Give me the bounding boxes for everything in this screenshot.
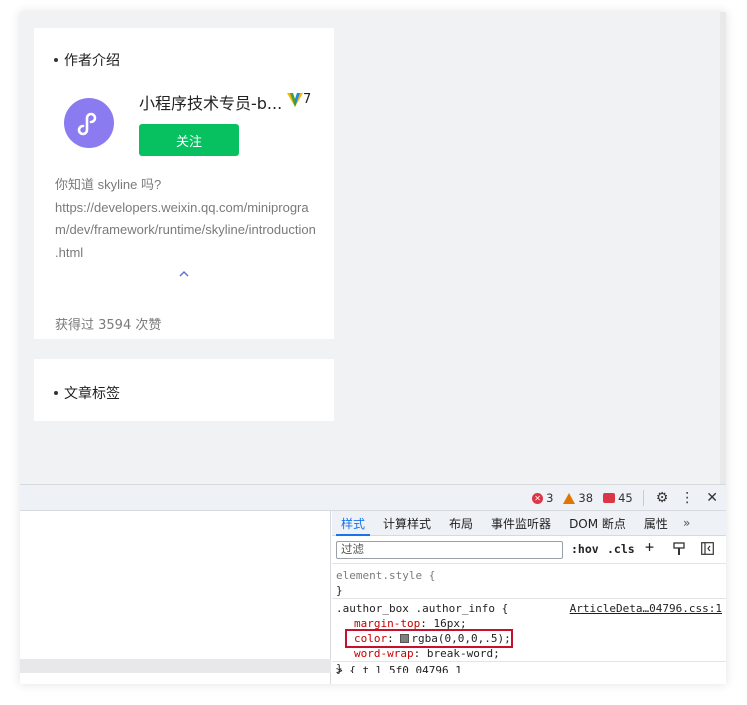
bullet-icon (54, 58, 58, 62)
tags-section-title: 文章标签 (54, 383, 120, 403)
cls-button[interactable]: .cls (607, 542, 635, 556)
issues-icon (603, 493, 616, 503)
tab-event-listeners[interactable]: 事件监听器 (482, 511, 560, 536)
stylesheet-source-link[interactable]: ArticleDeta…04796.css:1 (570, 601, 722, 616)
author-name[interactable]: 小程序技术专员-b... (139, 90, 282, 114)
vip-v-icon (287, 92, 303, 107)
chevron-up-icon[interactable] (177, 268, 191, 280)
tab-dom-breakpoints[interactable]: DOM 断点 (560, 511, 635, 536)
devtools-toolbar: ✕ 3 38 45 ⚙ ⋮ ✕ (20, 485, 726, 511)
tags-card: 文章标签 (34, 359, 334, 421)
tab-computed[interactable]: 计算样式 (374, 511, 440, 536)
page-scrollbar[interactable] (720, 12, 726, 484)
toolbar-divider (642, 490, 644, 506)
toggle-sidebar-icon[interactable] (701, 542, 714, 558)
likes-count: 获得过 3594 次赞 (55, 318, 162, 333)
follow-button[interactable]: 关注 (139, 124, 239, 156)
paint-brush-icon[interactable] (673, 542, 685, 559)
tab-properties[interactable]: 属性 (635, 511, 677, 536)
devtools-panel: ✕ 3 38 45 ⚙ ⋮ ✕ 样式 计算样式 布局 事件监听器 DOM 断点 … (20, 484, 726, 684)
warnings-counter[interactable]: 38 (563, 491, 593, 505)
app-frame: 作者介绍 小程序技术专员-b... 7 关注 你知道 skyline 吗?htt… (20, 12, 726, 684)
author-section-title: 作者介绍 (54, 50, 120, 70)
next-rule-partial: > { t l 5f0 04796 1 (336, 664, 462, 673)
styles-filter-bar: 过滤 :hov .cls + (332, 537, 726, 564)
declaration-word-wrap[interactable]: word-wrap: break-word; (336, 646, 724, 661)
elements-dom-pane (20, 511, 331, 684)
rule-divider (332, 661, 726, 662)
author-card: 作者介绍 小程序技术专员-b... 7 关注 你知道 skyline 吗?htt… (34, 28, 334, 339)
level-badge: 7 (287, 92, 311, 107)
miniprogram-logo-icon (77, 112, 97, 136)
more-vertical-icon[interactable]: ⋮ (680, 490, 694, 506)
more-tabs-icon[interactable]: » (677, 511, 696, 536)
element-style-rule: element.style { } (336, 569, 436, 597)
issues-counter[interactable]: 45 (603, 491, 633, 505)
tab-styles[interactable]: 样式 (332, 511, 374, 536)
tab-layout[interactable]: 布局 (440, 511, 482, 536)
hov-button[interactable]: :hov (571, 542, 599, 556)
devtools-status: ✕ 3 38 45 ⚙ ⋮ ✕ (522, 485, 718, 511)
add-rule-icon[interactable]: + (645, 538, 654, 556)
bullet-icon (54, 391, 58, 395)
warning-icon (563, 492, 576, 504)
errors-counter[interactable]: ✕ 3 (532, 491, 553, 505)
close-icon[interactable]: ✕ (706, 490, 718, 506)
avatar[interactable] (64, 98, 114, 148)
styles-pane: 样式 计算样式 布局 事件监听器 DOM 断点 属性 » 过滤 :hov .cl… (332, 511, 726, 684)
gear-icon[interactable]: ⚙ (656, 490, 669, 506)
rule-selector: .author_box .author_info { (336, 602, 509, 615)
sidebar-tabs: 样式 计算样式 布局 事件监听器 DOM 断点 属性 » (332, 511, 726, 536)
annotation-highlight-box (345, 629, 513, 648)
dom-horizontal-scrollbar[interactable] (20, 659, 331, 673)
styles-filter-input[interactable]: 过滤 (336, 541, 563, 559)
author-bio: 你知道 skyline 吗?https://developers.weixin.… (55, 177, 316, 260)
rule-divider (332, 598, 726, 599)
error-icon: ✕ (532, 492, 544, 504)
